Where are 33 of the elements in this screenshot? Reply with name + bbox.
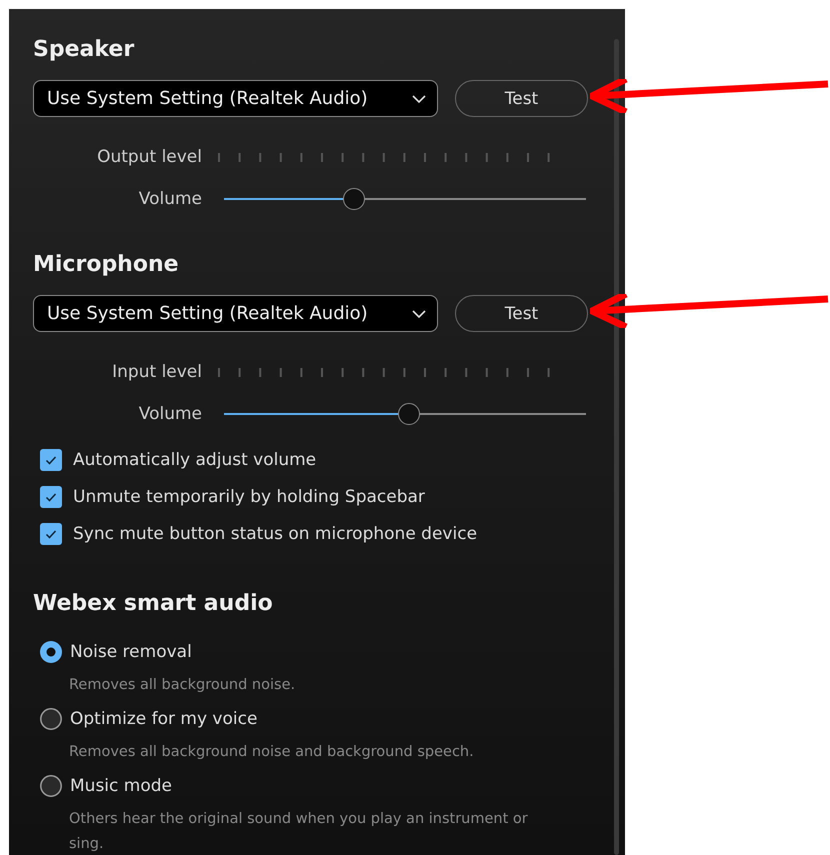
volume-slider[interactable] bbox=[224, 403, 586, 425]
volume-label: Volume bbox=[138, 189, 202, 209]
device-dropdown[interactable]: Use System Setting (Realtek Audio) bbox=[33, 80, 438, 117]
radio-label: Music mode bbox=[70, 776, 172, 796]
checkbox[interactable] bbox=[40, 486, 62, 508]
test-button[interactable]: Test bbox=[455, 295, 588, 332]
level-label: Output level bbox=[96, 147, 202, 167]
radio-button[interactable] bbox=[40, 708, 62, 730]
checkbox-label: Automatically adjust volume bbox=[73, 450, 316, 470]
volume-label: Volume bbox=[138, 404, 202, 424]
chevron-down-icon bbox=[411, 94, 427, 104]
radio-label: Optimize for my voice bbox=[70, 709, 258, 729]
level-label: Input level bbox=[111, 362, 202, 382]
section-heading: Speaker bbox=[33, 36, 136, 64]
chevron-down-icon bbox=[411, 308, 427, 318]
slider-thumb[interactable] bbox=[398, 403, 420, 425]
checkbox[interactable] bbox=[40, 523, 62, 545]
checkbox[interactable] bbox=[40, 449, 62, 471]
volume-slider[interactable] bbox=[224, 188, 586, 210]
checkbox-label: Unmute temporarily by holding Spacebar bbox=[73, 487, 425, 507]
device-dropdown[interactable]: Use System Setting (Realtek Audio) bbox=[33, 295, 438, 332]
section-heading: Webex smart audio bbox=[33, 590, 274, 618]
checkbox-label: Sync mute button status on microphone device bbox=[73, 524, 478, 544]
option-description: Removes all background noise. bbox=[69, 676, 296, 695]
option-description: Removes all background noise and background speech. bbox=[69, 743, 475, 762]
section-heading: Microphone bbox=[33, 251, 180, 279]
radio-button[interactable] bbox=[40, 775, 62, 797]
scrollbar[interactable] bbox=[614, 39, 619, 855]
test-button[interactable]: Test bbox=[455, 80, 588, 117]
radio-label: Noise removal bbox=[70, 642, 192, 662]
slider-thumb[interactable] bbox=[343, 188, 366, 210]
radio-button[interactable] bbox=[40, 641, 62, 663]
option-description: Others hear the original sound when you play an instrument or sing. bbox=[69, 810, 529, 854]
